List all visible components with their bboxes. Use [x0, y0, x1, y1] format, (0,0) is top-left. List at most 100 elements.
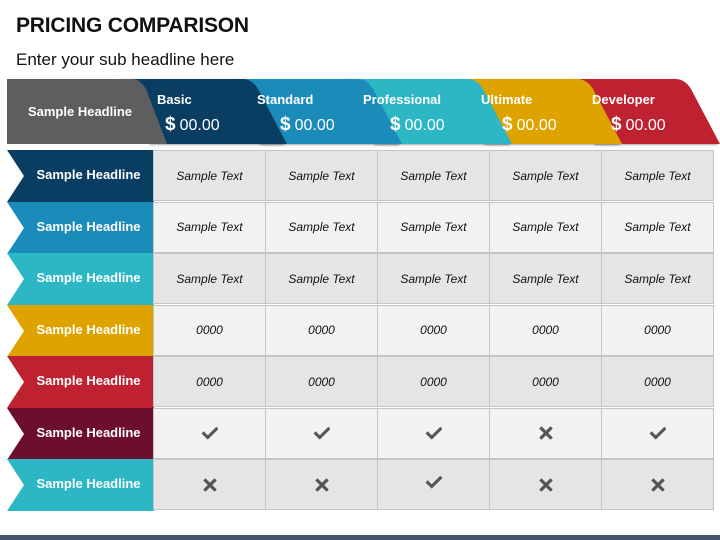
table-row: Sample Headline	[7, 459, 714, 511]
cell-text: Sample Text	[176, 168, 243, 183]
table-row: Sample Headline Sample Text Sample Text Sam…	[7, 253, 714, 305]
table-row: Sample Headline 0000 0000 0000 0000 0000	[7, 356, 714, 408]
table-cell: Sample Text	[489, 150, 602, 201]
cell-text: Sample Text	[288, 220, 355, 234]
table-cell	[377, 459, 490, 510]
table-cell	[265, 459, 378, 510]
table-cell: 0000	[265, 304, 378, 356]
row-label: Sample Headline	[36, 321, 141, 337]
row-header: Sample Headline	[7, 304, 154, 357]
plan-price: $00.00	[390, 114, 445, 136]
table-row: Sample Headline	[7, 407, 714, 460]
row-label: Sample Headline	[36, 476, 141, 491]
plan-price: $00.00	[502, 114, 557, 136]
footer-bar	[0, 535, 720, 540]
row-label: Sample Headline	[36, 424, 141, 440]
table-cell: 0000	[377, 356, 490, 407]
price-value: 00.00	[625, 117, 666, 134]
plan-name: Basic	[157, 92, 192, 107]
row-label: Sample Headline	[36, 167, 141, 182]
table-cell: Sample Text	[153, 201, 266, 253]
check-icon	[313, 424, 331, 442]
pricing-header: Sample Headline Basic $00.00 Standard $00.0…	[7, 79, 720, 144]
cell-text: Sample Text	[288, 168, 355, 183]
table-cell: 0000	[489, 304, 602, 356]
table-cell: Sample Text	[489, 201, 602, 253]
table-cell: Sample Text	[601, 201, 714, 253]
cell-text: 0000	[308, 374, 335, 389]
table-cell: Sample Text	[153, 253, 266, 304]
cell-text: 0000	[532, 374, 559, 389]
cell-text: 0000	[644, 374, 671, 389]
cell-text: 0000	[420, 323, 447, 337]
row-header: Sample Headline	[7, 407, 154, 460]
table-cell: Sample Text	[601, 150, 714, 201]
row-header: Sample Headline	[7, 201, 154, 254]
table-cell	[601, 407, 714, 459]
plan-price: $00.00	[280, 114, 335, 136]
plan-price: $00.00	[611, 114, 666, 136]
cell-text: Sample Text	[400, 168, 467, 183]
table-row: Sample Headline Sample Text Sample Text Sam…	[7, 150, 714, 202]
currency-symbol: $	[165, 114, 176, 135]
cell-text: 0000	[644, 323, 671, 337]
price-value: 00.00	[294, 117, 335, 134]
check-icon	[201, 424, 219, 442]
cell-text: Sample Text	[400, 220, 467, 234]
row-label: Sample Headline	[36, 218, 141, 234]
cell-text: Sample Text	[624, 271, 691, 286]
cell-text: 0000	[308, 323, 335, 337]
row-header: Sample Headline	[7, 356, 154, 408]
check-icon	[425, 473, 443, 491]
price-value: 00.00	[179, 117, 220, 134]
cell-text: Sample Text	[176, 220, 243, 234]
table-cell: Sample Text	[265, 150, 378, 201]
cell-text: Sample Text	[400, 271, 467, 286]
table-cell: Sample Text	[153, 150, 266, 201]
currency-symbol: $	[502, 114, 513, 135]
cell-text: Sample Text	[512, 168, 579, 183]
table-cell	[153, 459, 266, 510]
table-cell	[377, 407, 490, 459]
row-header: Sample Headline	[7, 150, 154, 202]
row-label: Sample Headline	[36, 373, 141, 388]
cell-text: Sample Text	[624, 220, 691, 234]
page-title: PRICING COMPARISON	[16, 14, 249, 37]
plan-name: Developer	[592, 92, 655, 107]
table-cell: Sample Text	[265, 253, 378, 304]
table-row: Sample Headline Sample Text Sample Text Sam…	[7, 201, 714, 254]
cross-icon	[201, 476, 219, 494]
price-value: 00.00	[516, 117, 557, 134]
table-cell	[489, 407, 602, 459]
table-cell: Sample Text	[377, 201, 490, 253]
cross-icon	[313, 476, 331, 494]
plan-name: Professional	[363, 92, 442, 107]
cell-text: 0000	[532, 323, 559, 337]
cell-text: 0000	[196, 323, 223, 337]
cross-icon	[649, 476, 667, 494]
table-row: Sample Headline 0000 0000 0000 0000 0000	[7, 304, 714, 357]
table-cell	[601, 459, 714, 510]
page-subtitle: Enter your sub headline here	[16, 50, 235, 69]
plan-price: $00.00	[165, 114, 220, 136]
currency-symbol: $	[280, 114, 291, 135]
table-cell: 0000	[153, 304, 266, 356]
check-icon	[649, 424, 667, 442]
cell-text: 0000	[196, 374, 223, 389]
table-cell: Sample Text	[601, 253, 714, 304]
row-header: Sample Headline	[7, 459, 154, 511]
row-label: Sample Headline	[36, 270, 141, 285]
table-cell	[265, 407, 378, 459]
table-cell: Sample Text	[377, 150, 490, 201]
cross-icon	[537, 424, 555, 442]
table-cell: 0000	[601, 304, 714, 356]
cell-text: Sample Text	[176, 271, 243, 286]
cell-text: Sample Text	[512, 271, 579, 286]
check-icon	[425, 424, 443, 442]
table-cell: 0000	[601, 356, 714, 407]
cross-icon	[537, 476, 555, 494]
price-value: 00.00	[404, 117, 445, 134]
table-cell: 0000	[489, 356, 602, 407]
plan-name: Standard	[257, 92, 314, 107]
cell-text: 0000	[420, 374, 447, 389]
